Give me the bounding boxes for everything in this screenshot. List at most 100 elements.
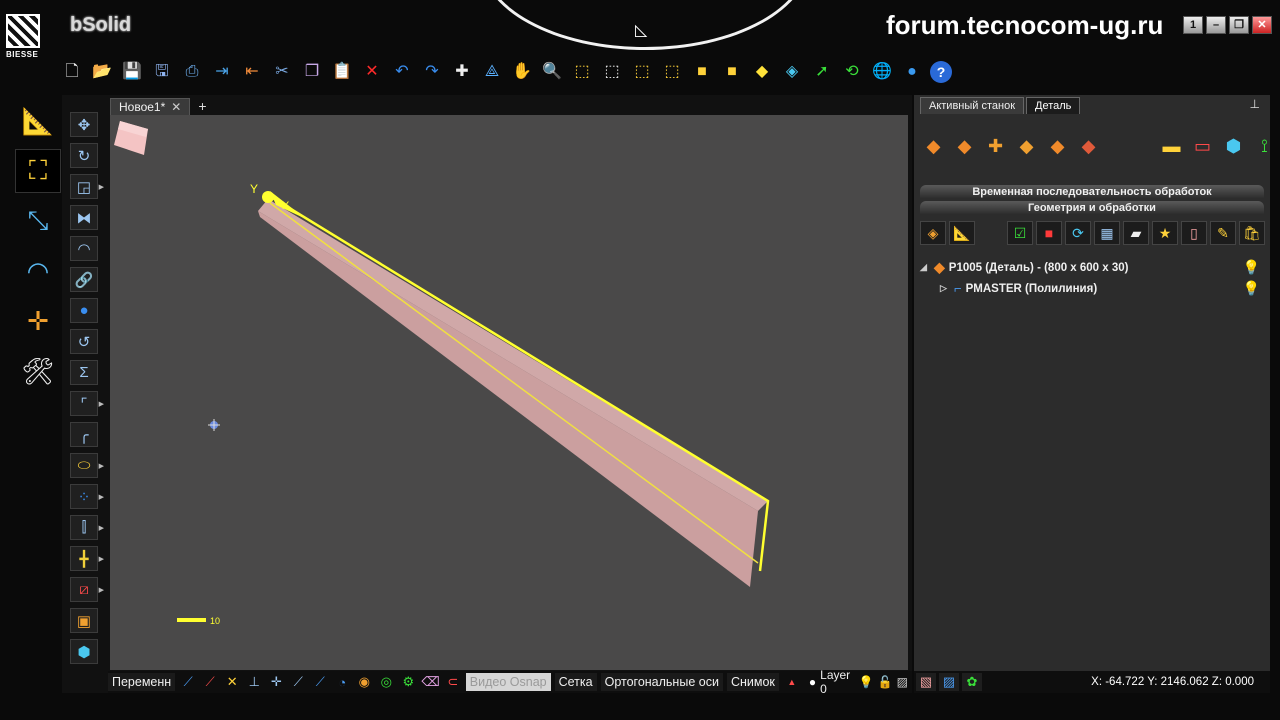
paste-icon[interactable]: 📋 [330,60,354,84]
stop-icon[interactable]: ■ [1036,221,1062,245]
snap-center-icon[interactable]: ◔ [333,673,351,691]
grid-icon[interactable]: ▦ [1094,221,1120,245]
cube-view-icon[interactable]: ⬢ [1220,133,1247,160]
link-tool-icon[interactable]: 🔗 [70,267,98,292]
cube-tool-icon[interactable]: ⬢ [70,639,98,664]
array-tool-icon[interactable]: ⁘ ▶ [70,484,104,509]
grid-toggle[interactable]: Сетка [554,673,597,691]
snap-endpoint-icon[interactable]: ⟋ [179,673,197,691]
view-3d-icon[interactable]: ◈ [780,60,804,84]
check-icon[interactable]: ☑ [1007,221,1033,245]
axis-tool-icon[interactable]: ╋ ▶ [70,546,104,571]
axes-icon[interactable]: ✛ [16,300,60,342]
geometry-section-header[interactable]: Геометрия и обработки [920,201,1264,215]
rotate-icon[interactable]: ⟲ [840,60,864,84]
panel-origin-icon[interactable]: ✚ [982,133,1009,160]
page-icon[interactable]: ▯ [1181,221,1207,245]
snap-tangent-icon[interactable]: ✛ [267,673,285,691]
sequence-section-header[interactable]: Временная последовательность обработок [920,185,1264,199]
axes-view-icon[interactable]: ⟟ [1251,133,1278,160]
offset-tool-icon[interactable]: ⬭ ▶ [70,453,104,478]
fillet-tool-icon[interactable]: ╭ [70,422,98,447]
view-cube-icon[interactable] [110,115,154,159]
sphere-tool-icon[interactable]: ● [70,298,98,323]
tools-icon[interactable]: 🛠 [16,350,60,392]
mirror-tool-icon[interactable]: ⧓ [70,205,98,230]
snap-gear-icon[interactable]: ⚙ [399,673,417,691]
view-front-icon[interactable]: ⬚ [570,60,594,84]
piece-icon[interactable]: ⛶ [15,149,61,193]
save-as-icon[interactable]: 🖫 [150,60,174,84]
import-icon[interactable]: ⇥ [210,60,234,84]
corner-tool-icon[interactable]: ⌜ ▶ [70,391,104,416]
refresh-icon[interactable]: ⟳ [1065,221,1091,245]
bag-icon[interactable]: 🛍 [1239,221,1265,245]
collapse-icon[interactable]: ▷ [940,283,950,294]
rotate-tool-icon[interactable]: ↻ [70,143,98,168]
snapshot-arrow-icon[interactable]: ▲ [783,673,801,691]
layer-pattern-icon[interactable]: ▨ [897,675,908,689]
snap-midpoint-icon[interactable]: ⟋ [201,673,219,691]
panel-icon[interactable]: ◆ [920,133,947,160]
delete-icon[interactable]: ✕ [360,60,384,84]
view-left-icon[interactable]: ⬚ [630,60,654,84]
palette-3-icon[interactable]: ✿ [962,673,982,691]
machine-icon[interactable]: 📐 [16,100,60,142]
view-right-icon[interactable]: ⬚ [660,60,684,84]
sphere-icon[interactable]: ● [900,60,924,84]
close-button[interactable]: ✕ [1252,16,1272,34]
tab-active-machine[interactable]: Активный станок [920,97,1025,114]
redo-icon[interactable]: ↷ [420,60,444,84]
pin-icon[interactable]: ⊥ [1250,97,1260,111]
move-tool-icon[interactable]: ✥ [70,112,98,137]
3d-viewport[interactable]: Y X 10 [110,115,908,670]
export-icon[interactable]: ⇤ [240,60,264,84]
align-tool-icon[interactable]: ⫿ ▶ [70,515,104,540]
layers-icon[interactable]: ◈ [920,221,946,245]
copy-icon[interactable]: ❐ [300,60,324,84]
new-doc-icon[interactable]: 🗋 [60,60,84,84]
print-icon[interactable]: ⎙ [180,60,204,84]
video-osnap-toggle[interactable]: Видео Osnap [465,673,551,691]
scale-tool-icon[interactable]: ◲ ▶ [70,174,104,199]
tree-item-panel[interactable]: ◢ ◆ P1005 (Деталь) - (800 x 600 x 30) 💡 [920,257,1264,278]
expand-icon[interactable]: ◢ [920,262,930,273]
star-icon[interactable]: ★ [1152,221,1178,245]
maximize-button[interactable]: ❐ [1229,16,1249,34]
move-icon[interactable]: ✚ [450,60,474,84]
visibility-bulb-icon[interactable]: 💡 [1243,280,1260,297]
snap-magnet-icon[interactable]: ⊂ [444,673,462,691]
rotate-view-icon[interactable]: ◠ [16,250,60,292]
snap-quadrant-icon[interactable]: ⟋ [311,673,329,691]
minimize-button[interactable]: – [1206,16,1226,34]
snap-perpendicular-icon[interactable]: ⊥ [245,673,263,691]
snap-node-icon[interactable]: ◉ [355,673,373,691]
palette-1-icon[interactable]: ▧ [916,673,936,691]
ruler-icon[interactable]: 📐 [949,221,975,245]
add-tab-icon[interactable]: + [198,98,206,114]
help-icon[interactable]: ? [930,61,952,83]
select-icon[interactable]: ➚ [810,60,834,84]
open-folder-icon[interactable]: 📂 [90,60,114,84]
save-icon[interactable]: 💾 [120,60,144,84]
snapshot-toggle[interactable]: Снимок [726,673,779,691]
close-tab-icon[interactable]: ✕ [171,100,181,114]
note-icon[interactable]: ▰ [1123,221,1149,245]
snap-erase-icon[interactable]: ⌫ [421,673,439,691]
view-top-icon[interactable]: ■ [690,60,714,84]
panel-edit-icon[interactable]: ◆ [1013,133,1040,160]
snap-intersection-icon[interactable]: ✕ [223,673,241,691]
zoom-icon[interactable]: 🔍 [540,60,564,84]
tree-item-polyline[interactable]: ▷ ⌐ PMASTER (Полилиния) 💡 [920,278,1264,299]
color-tool-icon[interactable]: ▣ [70,608,98,633]
cut-tool-icon[interactable]: ⧄ ▶ [70,577,104,602]
pencil-icon[interactable]: ✎ [1210,221,1236,245]
cut-icon[interactable]: ✂ [270,60,294,84]
dimension-icon[interactable]: ⤡ [16,200,60,242]
panel-delete-icon[interactable]: ◆ [1075,133,1102,160]
view-iso-icon[interactable]: ◆ [750,60,774,84]
layer-bulb-icon[interactable]: 💡 [859,675,874,689]
snap-icon[interactable]: ⟁ [480,60,504,84]
layer-selector[interactable]: ● Layer 0 💡 🔓 ▨ [805,668,912,696]
panel-copy-icon[interactable]: ◆ [1044,133,1071,160]
